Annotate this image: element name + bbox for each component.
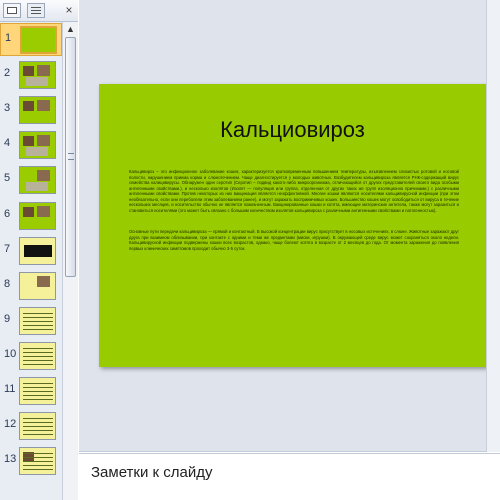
- slide-preview: [19, 237, 56, 265]
- slide-number: 10: [4, 348, 17, 360]
- slide-thumbnail-8[interactable]: 8: [0, 270, 62, 303]
- slide-number: 13: [4, 453, 17, 465]
- slide-preview: [19, 377, 56, 405]
- slide-preview: [19, 166, 56, 194]
- notes-placeholder[interactable]: Заметки к слайду: [91, 464, 213, 481]
- body-paragraph: Основные пути передачи кальцивироза — пр…: [129, 229, 459, 251]
- thumbnail-scrollbar[interactable]: ▲: [62, 22, 78, 500]
- slide-preview: [19, 131, 56, 159]
- slide-number: 12: [4, 418, 17, 430]
- slide-number: 5: [4, 172, 11, 184]
- slide-number: 7: [4, 243, 11, 255]
- tab-slides[interactable]: [3, 3, 21, 18]
- slide-number: 3: [4, 102, 11, 114]
- slide-number: 2: [4, 67, 11, 79]
- slides-thumbnail-panel: × 1 2 3 4 5 6 7 8 9 10 11 12 13 ▲: [0, 0, 78, 500]
- slide-thumbnail-5[interactable]: 5: [0, 164, 62, 197]
- slide-body-text[interactable]: Кальцивироз – это инфекционное заболеван…: [129, 169, 459, 251]
- slide-thumbnail-1[interactable]: 1: [0, 23, 62, 56]
- slide-area-scrollbar[interactable]: [486, 0, 500, 452]
- slide-number: 9: [4, 313, 11, 325]
- slides-view-icon: [7, 7, 17, 14]
- slide-thumbnail-6[interactable]: 6: [0, 200, 62, 233]
- tab-outline[interactable]: [27, 3, 45, 18]
- thumbnail-list: 1 2 3 4 5 6 7 8 9 10 11 12 13: [0, 22, 62, 500]
- panel-tabs: ×: [0, 0, 78, 22]
- slide-thumbnail-4[interactable]: 4: [0, 129, 62, 162]
- presentation-editor-window: × 1 2 3 4 5 6 7 8 9 10 11 12 13 ▲ Кальци…: [0, 0, 500, 500]
- grip-icon: [68, 153, 74, 160]
- slide-thumbnail-13[interactable]: 13: [0, 445, 62, 478]
- slide-preview: [19, 272, 56, 300]
- slide-preview: [19, 61, 56, 89]
- slide-preview: [19, 412, 56, 440]
- slide-preview: [19, 307, 56, 335]
- slide-number: 11: [4, 383, 16, 395]
- slide-preview: [19, 447, 56, 475]
- slide-thumbnail-11[interactable]: 11: [0, 375, 62, 408]
- notes-pane[interactable]: Заметки к слайду: [79, 453, 500, 500]
- close-panel-button[interactable]: ×: [63, 3, 75, 17]
- slide-thumbnail-9[interactable]: 9: [0, 305, 62, 338]
- slide-preview: [19, 202, 56, 230]
- slide-thumbnail-10[interactable]: 10: [0, 340, 62, 373]
- slide-title[interactable]: Кальциовироз: [99, 117, 486, 143]
- slide-number: 8: [4, 278, 11, 290]
- slide-number: 4: [4, 137, 11, 149]
- slide-preview: [20, 26, 57, 54]
- current-slide[interactable]: Кальциовироз Кальцивироз – это инфекцион…: [99, 84, 486, 367]
- slide-editing-area: Кальциовироз Кальцивироз – это инфекцион…: [79, 0, 500, 452]
- slide-preview: [19, 96, 56, 124]
- body-paragraph: Кальцивироз – это инфекционное заболеван…: [129, 169, 459, 213]
- slide-thumbnail-3[interactable]: 3: [0, 94, 62, 127]
- slide-thumbnail-2[interactable]: 2: [0, 59, 62, 92]
- slide-number: 1: [5, 32, 12, 44]
- slide-thumbnail-12[interactable]: 12: [0, 410, 62, 443]
- slide-thumbnail-7[interactable]: 7: [0, 235, 62, 268]
- slide-preview: [19, 342, 56, 370]
- outline-view-icon: [31, 7, 41, 14]
- slide-number: 6: [4, 208, 11, 220]
- scrollbar-thumb[interactable]: [65, 37, 76, 277]
- scroll-up-icon[interactable]: ▲: [65, 23, 76, 35]
